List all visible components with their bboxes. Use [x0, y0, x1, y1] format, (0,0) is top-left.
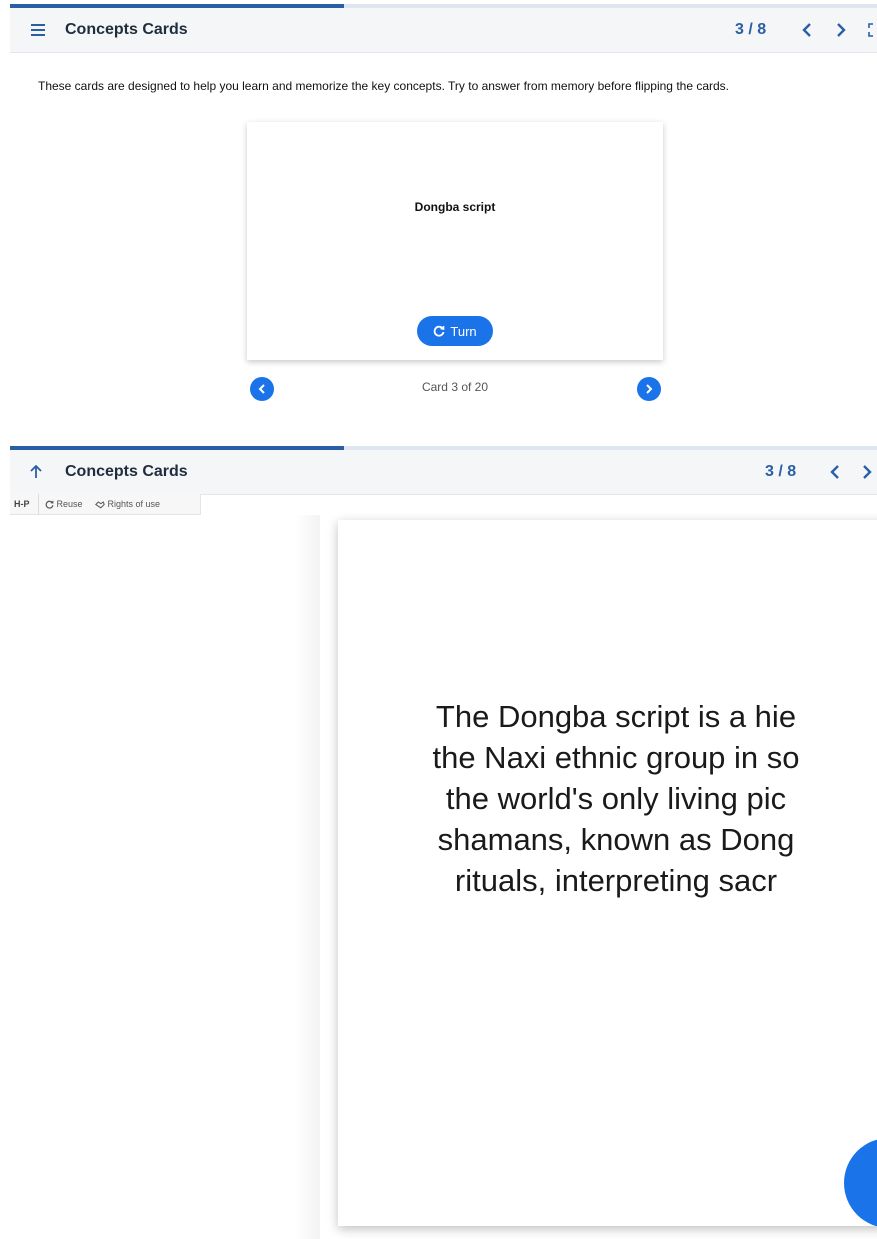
menu-icon[interactable] — [26, 18, 50, 42]
left-blank-area — [10, 515, 320, 1239]
h5p-toolbar: H-P Reuse Rights of use — [10, 494, 201, 515]
refresh-icon — [434, 325, 445, 337]
card-back-text: The Dongba script is a hie the Naxi ethn… — [338, 696, 877, 901]
reuse-button[interactable]: Reuse — [39, 499, 89, 509]
next-slide-button[interactable] — [854, 458, 877, 486]
next-card-button[interactable] — [637, 377, 661, 401]
card-line: shamans, known as Dong — [437, 822, 795, 857]
slide-counter: 3 / 8 — [765, 463, 797, 480]
handshake-icon — [94, 500, 105, 508]
reuse-label: Reuse — [56, 499, 83, 509]
prev-slide-button[interactable] — [794, 16, 820, 44]
turn-button[interactable]: Turn — [417, 316, 493, 346]
fullscreen-button[interactable] — [862, 16, 877, 44]
bottom-panel: Concepts Cards 3 / 8 H-P Reuse Rights of… — [10, 446, 877, 1239]
chevron-right-icon — [837, 23, 846, 37]
arrow-up-icon[interactable] — [24, 460, 48, 484]
card-line: The Dongba script is a hie — [435, 699, 797, 734]
header-bar: Concepts Cards 3 / 8 — [10, 450, 877, 495]
turn-button[interactable] — [844, 1138, 877, 1226]
chevron-left-icon — [802, 23, 811, 37]
turn-button-label: Turn — [450, 323, 477, 339]
page-title: Concepts Cards — [65, 21, 188, 38]
chevron-right-icon — [863, 465, 872, 479]
header-bar: Concepts Cards 3 / 8 — [10, 8, 877, 53]
card-line: the world's only living pic — [445, 781, 787, 816]
rights-label: Rights of use — [107, 499, 161, 509]
intro-text: These cards are designed to help you lea… — [38, 79, 730, 93]
next-slide-button[interactable] — [828, 16, 854, 44]
card-line: rituals, interpreting sacr — [454, 863, 778, 898]
fullscreen-icon — [868, 23, 877, 37]
concept-card-back[interactable]: The Dongba script is a hie the Naxi ethn… — [338, 520, 877, 1226]
rights-of-use-button[interactable]: Rights of use — [89, 499, 167, 509]
page-title: Concepts Cards — [65, 463, 188, 480]
chevron-left-icon — [830, 465, 839, 479]
h5p-logo: H-P — [10, 494, 39, 514]
top-panel: Concepts Cards 3 / 8 These cards are des… — [10, 4, 877, 440]
slide-counter: 3 / 8 — [735, 21, 767, 38]
card-front-text: Dongba script — [414, 200, 496, 214]
chevron-right-icon — [646, 384, 653, 394]
refresh-icon — [45, 500, 53, 509]
card-counter: Card 3 of 20 — [421, 380, 489, 394]
concept-card[interactable]: Dongba script Turn — [247, 122, 663, 360]
prev-slide-button[interactable] — [822, 458, 848, 486]
card-line: the Naxi ethnic group in so — [432, 740, 800, 775]
